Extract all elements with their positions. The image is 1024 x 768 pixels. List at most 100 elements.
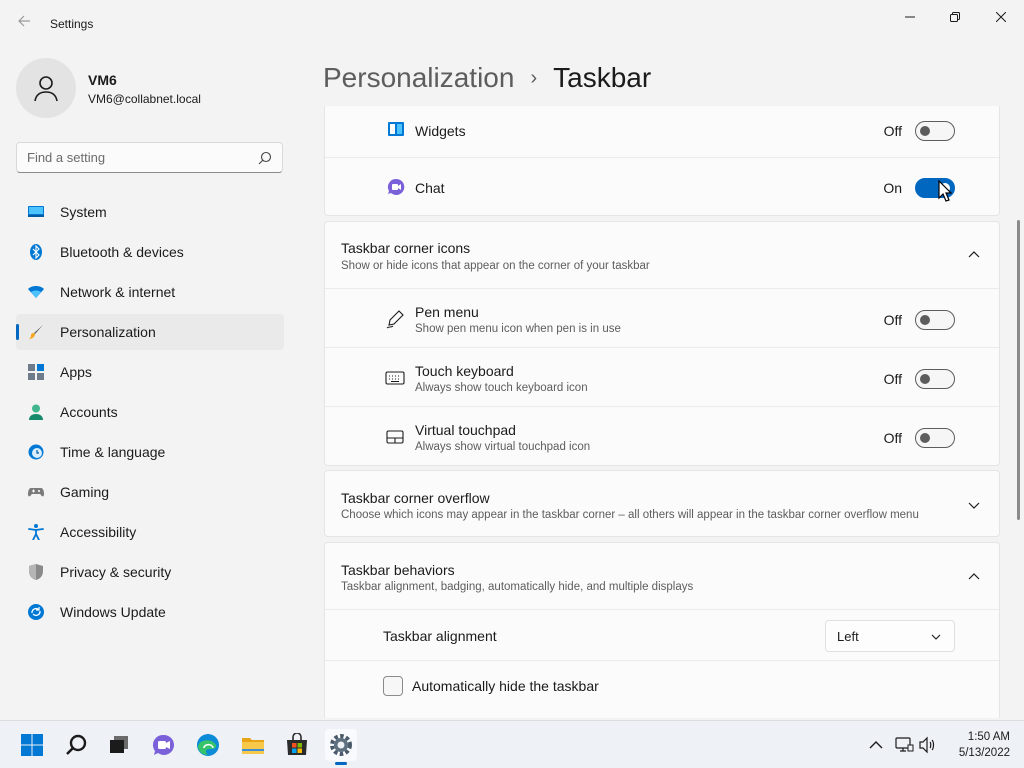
clock-time: 1:50 AM bbox=[967, 731, 1010, 743]
clock-date: 5/13/2022 bbox=[958, 747, 1010, 759]
sidebar-item-time-language[interactable]: Time & language bbox=[16, 434, 284, 470]
chevron-down-icon[interactable] bbox=[967, 498, 981, 512]
sidebar-item-apps[interactable]: Apps bbox=[16, 354, 284, 390]
sidebar-item-label: Network & internet bbox=[60, 284, 176, 300]
sidebar-item-network[interactable]: Network & internet bbox=[16, 274, 284, 310]
person-icon bbox=[34, 76, 58, 102]
widgets-label: Widgets bbox=[415, 123, 466, 139]
task-view-button[interactable] bbox=[103, 729, 135, 761]
sidebar-nav: System Bluetooth & devices Network & int… bbox=[16, 194, 284, 634]
settings-content[interactable]: Widgets Off Chat On Taskbar corner icons… bbox=[324, 106, 1000, 718]
breadcrumb-separator: › bbox=[530, 66, 538, 89]
virtual-touchpad-state: Off bbox=[883, 430, 902, 446]
touch-keyboard-label: Touch keyboard bbox=[415, 363, 514, 379]
touch-keyboard-description: Always show touch keyboard icon bbox=[415, 382, 588, 394]
sidebar-item-system[interactable]: System bbox=[16, 194, 284, 230]
page-title: Taskbar bbox=[553, 62, 652, 93]
touchpad-icon bbox=[386, 430, 404, 444]
sidebar-item-label: Apps bbox=[60, 364, 92, 380]
app-title: Settings bbox=[50, 17, 94, 31]
behaviors-card: Taskbar behaviors Taskbar alignment, bad… bbox=[324, 542, 1000, 718]
chat-icon bbox=[387, 178, 405, 195]
edge-icon bbox=[197, 734, 219, 756]
chevron-up-icon[interactable] bbox=[967, 248, 981, 262]
gaming-icon bbox=[28, 488, 44, 497]
chat-row: Chat On bbox=[325, 158, 999, 216]
chat-label: Chat bbox=[415, 180, 445, 196]
search-icon[interactable] bbox=[258, 151, 272, 165]
store-button[interactable] bbox=[281, 729, 313, 761]
task-view-icon bbox=[110, 736, 128, 753]
file-explorer-button[interactable] bbox=[237, 729, 269, 761]
touch-keyboard-row: Touch keyboard Always show touch keyboar… bbox=[325, 348, 999, 407]
pen-menu-label: Pen menu bbox=[415, 304, 479, 320]
chevron-up-icon[interactable] bbox=[967, 570, 981, 584]
time-language-icon bbox=[28, 444, 44, 460]
section-title: Taskbar corner icons bbox=[341, 240, 471, 256]
virtual-touchpad-toggle[interactable] bbox=[915, 428, 955, 448]
behaviors-header[interactable]: Taskbar behaviors Taskbar alignment, bad… bbox=[325, 543, 999, 610]
touch-keyboard-toggle[interactable] bbox=[915, 369, 955, 389]
corner-icons-header[interactable]: Taskbar corner icons Show or hide icons … bbox=[325, 222, 999, 289]
chevron-up-icon[interactable] bbox=[866, 735, 886, 755]
sidebar-item-label: Privacy & security bbox=[60, 564, 172, 580]
settings-search-box[interactable]: Find a setting bbox=[16, 142, 283, 173]
sidebar-item-windows-update[interactable]: Windows Update bbox=[16, 594, 284, 630]
widgets-toggle[interactable] bbox=[915, 121, 955, 141]
avatar bbox=[16, 58, 76, 118]
apps-icon bbox=[28, 364, 44, 380]
sidebar-item-label: Windows Update bbox=[60, 604, 166, 620]
toggle-knob bbox=[920, 374, 930, 384]
start-button[interactable] bbox=[16, 729, 48, 761]
sidebar-item-personalization[interactable]: Personalization bbox=[16, 314, 284, 350]
settings-taskbar-button[interactable] bbox=[325, 729, 357, 761]
user-profile[interactable]: VM6 VM6@collabnet.local bbox=[16, 58, 296, 118]
taskbar-search-button[interactable] bbox=[60, 729, 92, 761]
corner-overflow-card[interactable]: Taskbar corner overflow Choose which ico… bbox=[324, 470, 1000, 537]
sidebar-item-accessibility[interactable]: Accessibility bbox=[16, 514, 284, 550]
shield-icon bbox=[29, 564, 43, 580]
windows-update-icon bbox=[28, 604, 44, 620]
sidebar-item-label: Bluetooth & devices bbox=[60, 244, 184, 260]
close-button[interactable] bbox=[978, 6, 1024, 28]
sidebar-item-label: Gaming bbox=[60, 484, 110, 500]
network-icon[interactable] bbox=[894, 735, 914, 755]
profile-name: VM6 bbox=[88, 72, 117, 88]
widgets-icon bbox=[388, 122, 404, 136]
sidebar-item-label: Accounts bbox=[60, 404, 118, 420]
sidebar-item-privacy-security[interactable]: Privacy & security bbox=[16, 554, 284, 590]
keyboard-icon bbox=[385, 371, 405, 385]
mouse-cursor-icon bbox=[938, 180, 952, 202]
back-button[interactable] bbox=[14, 14, 34, 34]
scrollbar[interactable] bbox=[1017, 220, 1020, 520]
system-icon bbox=[28, 206, 44, 217]
autohide-row: Automatically hide the taskbar bbox=[325, 661, 999, 712]
back-arrow-icon bbox=[18, 15, 30, 27]
accessibility-icon bbox=[28, 524, 44, 540]
store-icon bbox=[287, 733, 307, 755]
minimize-button[interactable] bbox=[887, 6, 933, 28]
autohide-checkbox[interactable] bbox=[383, 676, 403, 696]
volume-icon[interactable] bbox=[918, 735, 938, 755]
dropdown-value: Left bbox=[837, 629, 859, 644]
sidebar-item-gaming[interactable]: Gaming bbox=[16, 474, 284, 510]
touch-keyboard-state: Off bbox=[883, 371, 902, 387]
search-input[interactable]: Find a setting bbox=[27, 150, 105, 165]
bluetooth-icon bbox=[30, 244, 42, 260]
breadcrumb: Personalization › Taskbar bbox=[323, 58, 651, 98]
widgets-row: Widgets Off bbox=[325, 106, 999, 158]
sidebar-item-accounts[interactable]: Accounts bbox=[16, 394, 284, 430]
pen-menu-toggle[interactable] bbox=[915, 310, 955, 330]
pen-menu-row: Pen menu Show pen menu icon when pen is … bbox=[325, 289, 999, 348]
sidebar-item-label: Time & language bbox=[60, 444, 166, 460]
sidebar-item-bluetooth[interactable]: Bluetooth & devices bbox=[16, 234, 284, 270]
pen-menu-description: Show pen menu icon when pen is in use bbox=[415, 323, 621, 335]
edge-button[interactable] bbox=[192, 729, 224, 761]
breadcrumb-parent[interactable]: Personalization bbox=[323, 62, 514, 94]
taskbar-chat-button[interactable] bbox=[148, 729, 180, 761]
pen-icon bbox=[386, 310, 404, 329]
system-clock[interactable]: 1:50 AM 5/13/2022 bbox=[940, 729, 1010, 761]
autohide-label[interactable]: Automatically hide the taskbar bbox=[412, 678, 599, 694]
restore-button[interactable] bbox=[932, 6, 978, 28]
taskbar-alignment-dropdown[interactable]: Left bbox=[825, 620, 955, 652]
